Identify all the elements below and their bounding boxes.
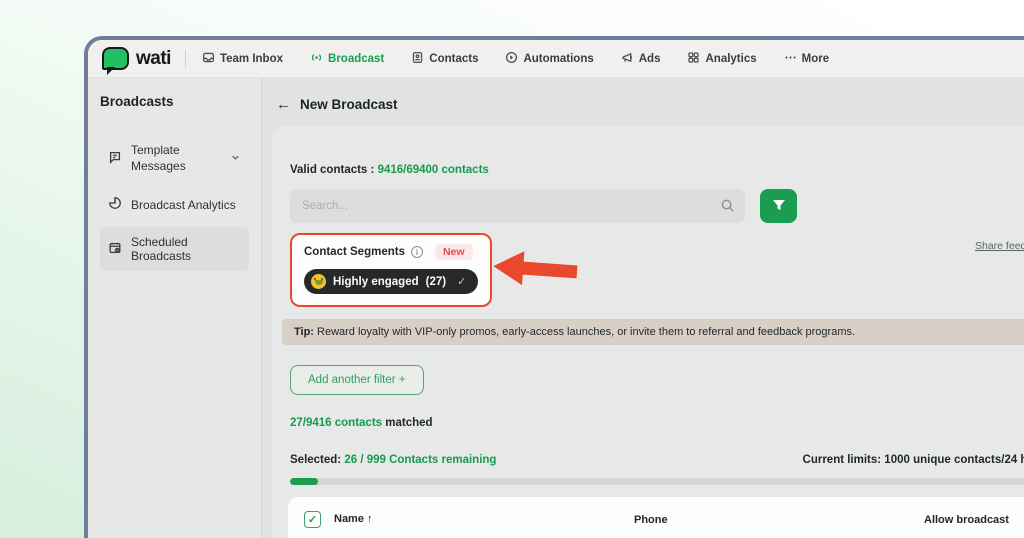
segment-chip-count: (27)	[426, 276, 446, 288]
share-feedback-link[interactable]: Share feed	[975, 240, 1024, 252]
select-all-checkbox[interactable]: ✓	[304, 511, 321, 528]
more-icon	[784, 51, 797, 67]
chevron-down-icon[interactable]	[230, 152, 241, 166]
search-input[interactable]	[290, 189, 745, 223]
wati-logo-text: wati	[136, 48, 171, 70]
column-header-allow-broadcast: Allow broadcast	[924, 514, 1009, 526]
contacts-table: ✓ Name ↑ Phone Allow broadcast	[288, 497, 1024, 538]
sidebar-item-broadcast-analytics[interactable]: Broadcast Analytics	[100, 188, 249, 221]
wati-logo[interactable]: wati	[102, 47, 171, 70]
segment-chip-highly-engaged[interactable]: Highly engaged (27) ✓	[304, 269, 478, 294]
tip-label: Tip:	[294, 326, 314, 338]
contact-segments-title: Contact Segments	[304, 246, 405, 258]
nav-item-broadcast[interactable]: Broadcast	[310, 51, 384, 67]
back-arrow-icon[interactable]: ←	[276, 96, 291, 113]
broadcast-setup-card: Valid contacts : 9416/69400 contacts	[272, 126, 1024, 538]
wati-logo-icon	[102, 47, 129, 70]
matched-contacts-line: 27/9416 contacts matched	[290, 417, 1024, 429]
current-limits-text: Current limits: 1000 unique contacts/24 …	[803, 454, 1024, 466]
contacts-icon	[411, 51, 424, 67]
analytics-icon	[687, 51, 700, 67]
top-navbar: wati Team Inbox Broadcast Contacts	[88, 40, 1024, 78]
annotation-arrow-icon	[491, 245, 578, 298]
contacts-progress-bar	[290, 478, 1024, 485]
broadcast-icon	[310, 51, 323, 67]
main-panel: ← New Broadcast Valid contacts : 9416/69…	[262, 78, 1024, 538]
ads-icon	[621, 51, 634, 67]
nav-item-automations[interactable]: Automations	[505, 51, 593, 67]
app-window: wati Team Inbox Broadcast Contacts	[84, 36, 1024, 538]
nav-item-more[interactable]: More	[784, 51, 829, 67]
funnel-icon	[771, 197, 787, 216]
contacts-table-header: ✓ Name ↑ Phone Allow broadcast	[304, 510, 1024, 528]
contacts-progress-fill	[290, 478, 318, 485]
info-icon[interactable]: i	[411, 246, 423, 258]
selected-row: Selected: 26 / 999 Contacts remaining Cu…	[290, 454, 1024, 466]
nav-divider	[185, 50, 186, 68]
page-header: ← New Broadcast	[262, 78, 1024, 113]
broadcast-analytics-icon	[108, 196, 122, 213]
search-row	[290, 189, 1024, 223]
valid-contacts-line: Valid contacts : 9416/69400 contacts	[290, 126, 1024, 176]
contact-segments-box: Contact Segments i New Highly engaged (2…	[290, 233, 492, 307]
column-header-name[interactable]: Name ↑	[334, 513, 373, 525]
check-icon: ✓	[457, 275, 466, 288]
tip-bar: Tip: Reward loyalty with VIP-only promos…	[282, 319, 1024, 345]
nav-item-team-inbox[interactable]: Team Inbox	[202, 51, 283, 67]
add-another-filter-button[interactable]: Add another filter +	[290, 365, 424, 395]
sidebar-title: Broadcasts	[100, 94, 249, 109]
page-title: New Broadcast	[300, 97, 398, 112]
sort-asc-icon: ↑	[367, 513, 373, 525]
sidebar-item-scheduled-broadcasts[interactable]: Scheduled Broadcasts	[100, 227, 249, 271]
new-badge: New	[435, 244, 473, 260]
scheduled-broadcasts-icon	[108, 241, 122, 258]
screenshot-canvas: wati Team Inbox Broadcast Contacts	[0, 0, 1024, 538]
team-inbox-icon	[202, 51, 215, 67]
nav-item-analytics[interactable]: Analytics	[687, 51, 756, 67]
star-struck-emoji	[311, 274, 326, 289]
nav-items: Team Inbox Broadcast Contacts Automation…	[202, 51, 829, 67]
valid-contacts-value: 9416/69400 contacts	[378, 164, 489, 176]
sidebar: Broadcasts Template Messages Broadcast A…	[88, 78, 262, 538]
sidebar-item-template-messages[interactable]: Template Messages	[100, 135, 249, 182]
nav-item-contacts[interactable]: Contacts	[411, 51, 478, 67]
tip-text: Reward loyalty with VIP-only promos, ear…	[314, 326, 855, 338]
template-messages-icon	[108, 150, 122, 167]
filter-button[interactable]	[760, 189, 797, 223]
selected-contacts-line: Selected: 26 / 999 Contacts remaining	[290, 454, 496, 466]
search-icon	[720, 198, 735, 218]
column-header-phone: Phone	[634, 514, 668, 526]
nav-item-ads[interactable]: Ads	[621, 51, 661, 67]
automations-icon	[505, 51, 518, 67]
segment-chip-label: Highly engaged	[333, 276, 419, 288]
